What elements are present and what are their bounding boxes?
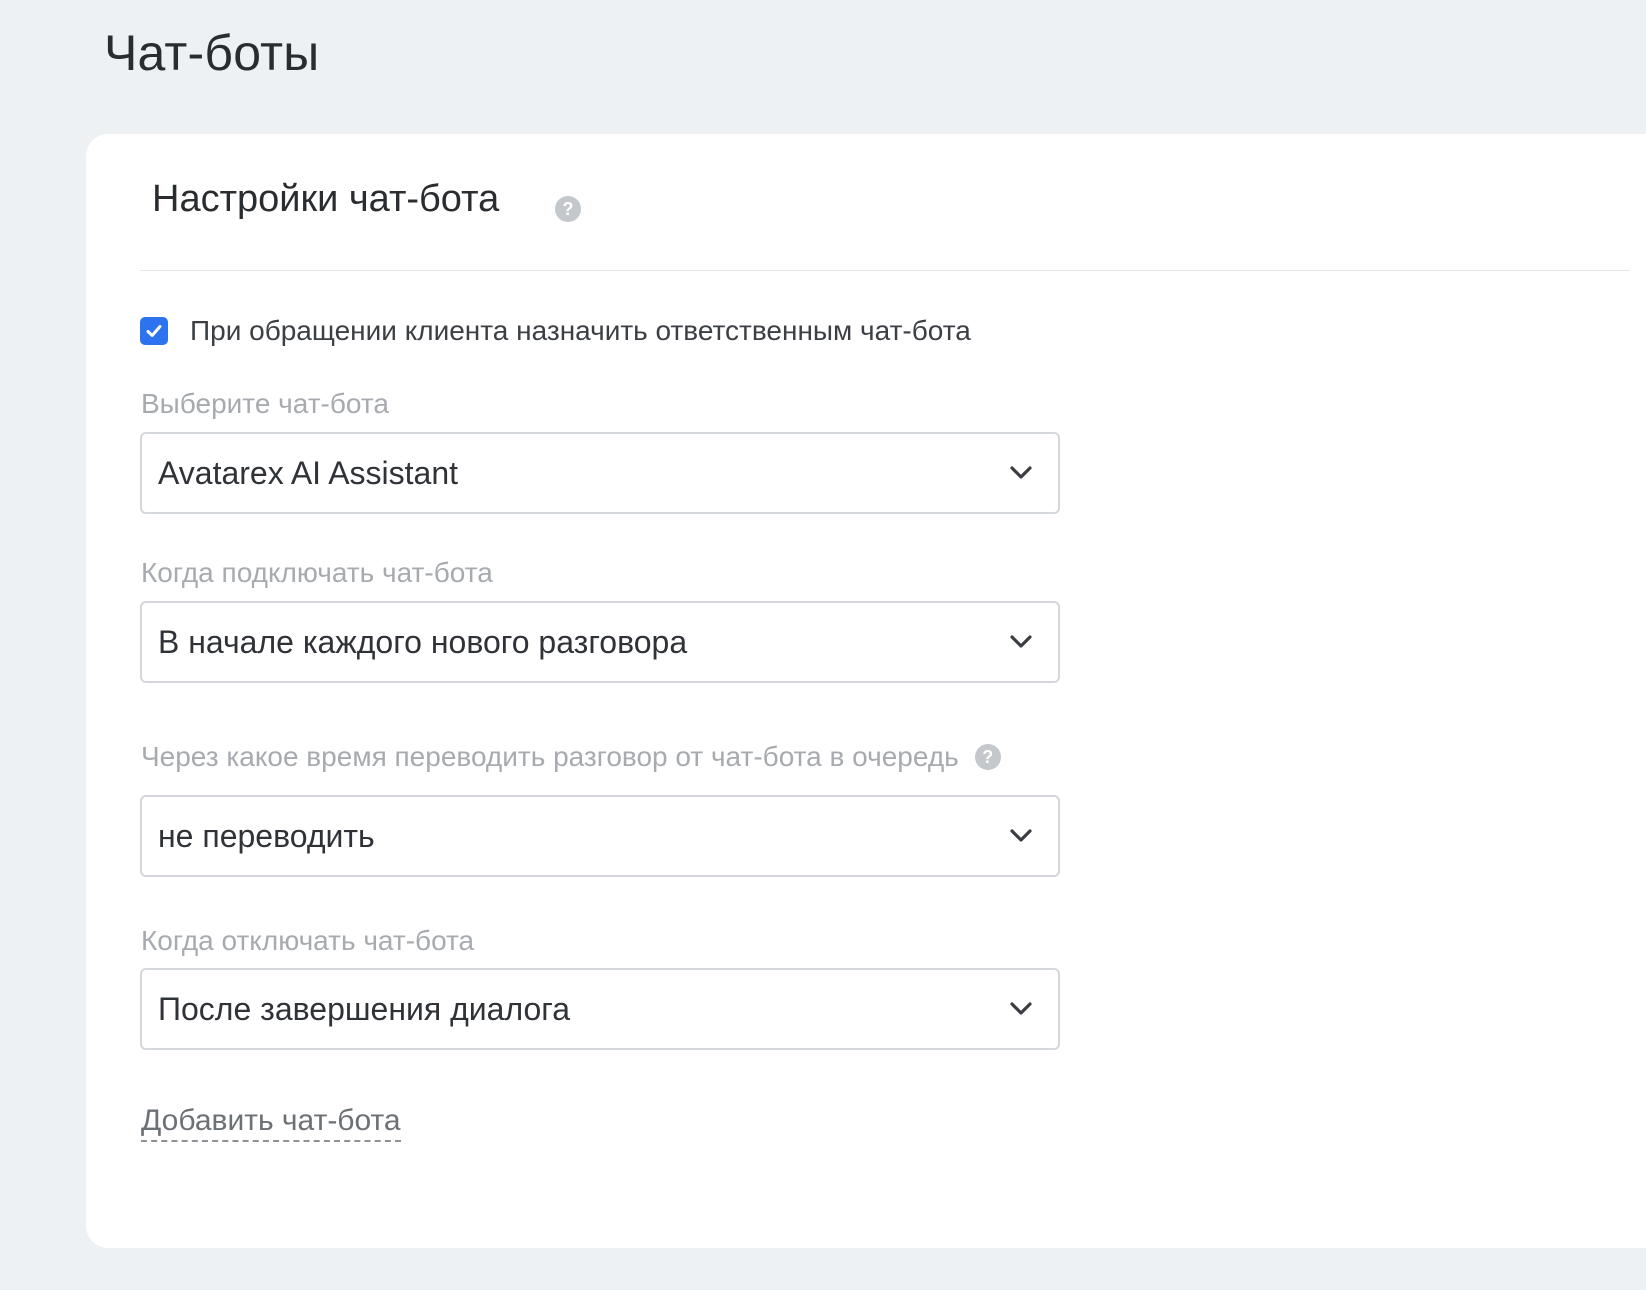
transfer-select-value: не переводить [158,818,375,854]
add-bot-link[interactable]: Добавить чат-бота [141,1104,401,1142]
page-title: Чат-боты [104,25,320,81]
checkmark-icon [146,325,162,337]
chevron-down-icon [1010,635,1032,648]
assign-bot-checkbox-row[interactable]: При обращении клиента назначить ответств… [140,315,971,346]
bot-select-label-text: Выберите чат-бота [141,388,389,419]
question-circle-icon[interactable]: ? [555,196,581,222]
disconnect-select-label: Когда отключать чат-бота [141,925,474,957]
section-title: Настройки чат-бота [152,178,500,220]
chevron-down-icon [1010,829,1032,842]
section-divider [140,270,1630,271]
chevron-down-icon [1010,466,1032,479]
bot-select[interactable]: Avatarex AI Assistant [140,432,1060,514]
transfer-select-label-text: Через какое время переводить разговор от… [141,741,959,772]
connect-select-label-text: Когда подключать чат-бота [141,557,493,588]
connect-select-value: В начале каждого нового разговора [158,624,688,660]
assign-bot-checkbox-label: При обращении клиента назначить ответств… [190,315,971,346]
transfer-select-label: Через какое время переводить разговор от… [141,741,1001,773]
question-circle-icon[interactable]: ? [974,744,1001,770]
connect-select[interactable]: В начале каждого нового разговора [140,601,1060,683]
transfer-select[interactable]: не переводить [140,795,1060,877]
disconnect-select[interactable]: После завершения диалога [140,968,1060,1050]
assign-bot-checkbox[interactable] [140,317,168,345]
settings-card [86,134,1646,1248]
disconnect-select-label-text: Когда отключать чат-бота [141,925,475,956]
connect-select-label: Когда подключать чат-бота [141,557,493,589]
bot-select-label: Выберите чат-бота [141,388,389,420]
chevron-down-icon [1010,1002,1032,1015]
disconnect-select-value: После завершения диалога [158,991,571,1027]
bot-select-value: Avatarex AI Assistant [158,455,459,491]
